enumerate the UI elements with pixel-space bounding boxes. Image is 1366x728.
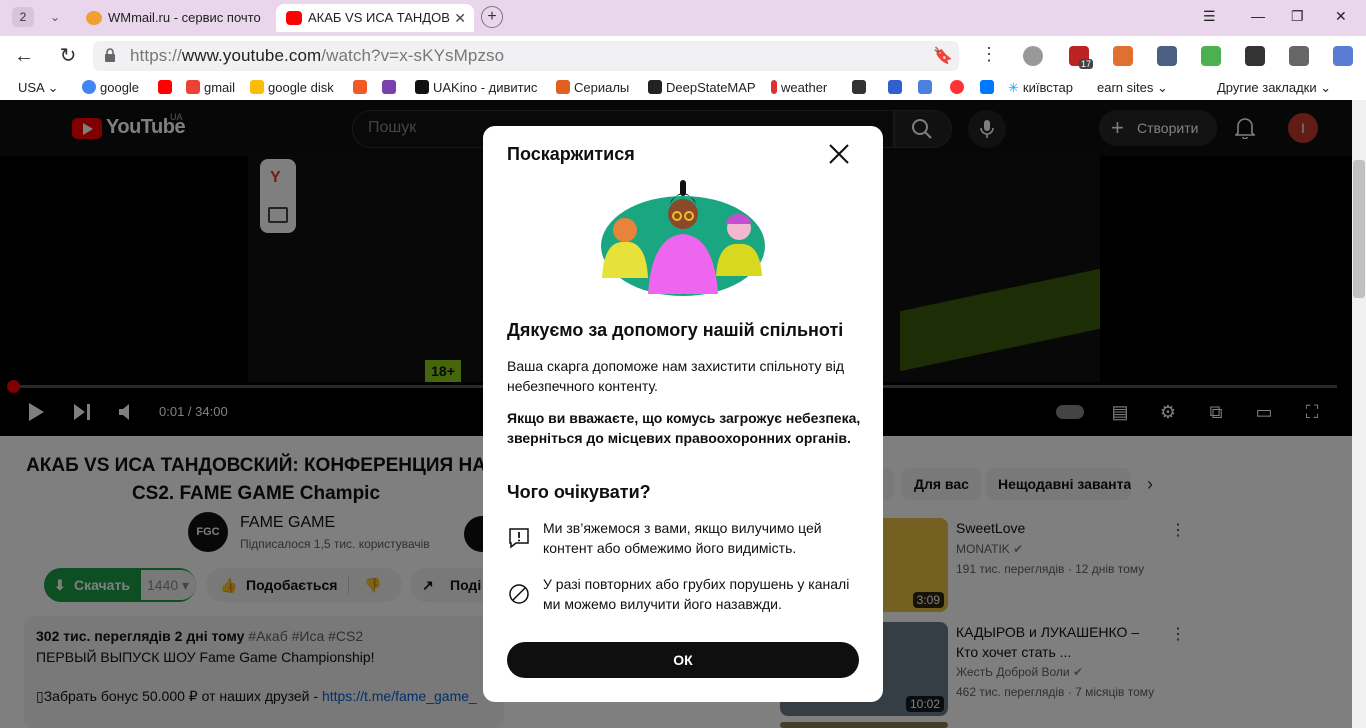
report-flag-icon — [509, 528, 529, 549]
gmail-icon — [186, 80, 200, 94]
bookmark-gmail[interactable]: gmail — [186, 80, 235, 95]
extension-icon[interactable] — [1113, 46, 1133, 66]
new-tab-button[interactable]: + — [481, 6, 503, 28]
chevron-down-icon[interactable]: ⌄ — [44, 7, 66, 27]
extension-icon[interactable] — [1333, 46, 1353, 66]
extension-icon[interactable] — [1289, 46, 1309, 66]
map-icon — [648, 80, 662, 94]
bookmark-icon-only[interactable] — [852, 80, 870, 95]
bookmark-kyivstar[interactable]: ✳ київстар — [1008, 80, 1073, 96]
minimize-icon[interactable]: — — [1251, 8, 1265, 24]
bookmark-label: київстар — [1022, 80, 1073, 95]
close-window-icon[interactable]: ✕ — [1335, 8, 1347, 25]
bookmark-label: Сериалы — [574, 80, 630, 95]
bookmark-youtube[interactable] — [158, 80, 176, 95]
bookmark-icon[interactable]: 🔖 — [933, 46, 953, 66]
tab-wmmail[interactable]: WMmail.ru - сервис почто — [76, 4, 272, 32]
block-icon — [509, 584, 529, 604]
bookmark-icon-only[interactable] — [353, 80, 371, 95]
extension-icon[interactable] — [1245, 46, 1265, 66]
extension-badge-count: 17 — [1078, 59, 1093, 69]
lock-icon — [105, 48, 115, 62]
dialog-heading: Дякуємо за допомогу нашій спільноті — [507, 320, 844, 340]
extension-badge-icon[interactable]: 17 — [1069, 46, 1093, 69]
dialog-item-text: У разі повторних або грубих порушень у к… — [543, 576, 850, 612]
bookmark-google-disk[interactable]: google disk — [250, 80, 334, 95]
dialog-paragraph: Ваша скарга допоможе нам захистити спіль… — [507, 358, 845, 394]
thermometer-icon — [771, 80, 777, 94]
site-icon — [888, 80, 902, 94]
bookmark-label: DeepStateMAP — [666, 80, 756, 95]
download-extension-icon[interactable] — [1201, 46, 1221, 66]
close-tab-icon[interactable]: ✕ — [454, 4, 466, 32]
scrollbar-thumb[interactable] — [1353, 160, 1365, 298]
bookmark-label: Другие закладки — [1217, 80, 1317, 95]
bookmark-label: gmail — [204, 80, 236, 95]
bookmark-label: earn sites — [1097, 80, 1154, 95]
translate-icon — [918, 80, 932, 94]
uakino-icon — [415, 80, 429, 94]
url-prefix: https:// — [130, 46, 182, 65]
back-icon[interactable]: ← — [12, 44, 36, 68]
bookmark-icon-only[interactable] — [980, 80, 998, 95]
bookmark-label: USA — [18, 80, 45, 95]
drive-icon — [250, 80, 264, 94]
youtube-icon — [158, 80, 172, 94]
wmmail-favicon-icon — [86, 11, 102, 25]
close-icon[interactable] — [826, 141, 852, 167]
bookmark-google[interactable]: google — [82, 80, 139, 95]
community-illustration — [601, 180, 765, 296]
bookmark-icon-only[interactable] — [950, 80, 968, 95]
bookmark-uakino[interactable]: UAKino - дивитис — [415, 80, 537, 95]
bookmark-usa[interactable]: USA ⌄ — [18, 80, 59, 96]
bookmark-icon-only[interactable] — [888, 80, 906, 95]
google-icon — [82, 80, 96, 94]
bookmark-label: google — [100, 80, 140, 95]
bookmark-label: UAKino - дивитис — [433, 80, 538, 95]
tab-title: WMmail.ru - сервис почто — [108, 10, 261, 25]
bookmark-label: google disk — [268, 80, 334, 95]
bookmarks-bar: USA ⌄ google gmail google disk UAKino - … — [0, 76, 1366, 100]
bookmark-label: weather — [781, 80, 828, 95]
dialog-warning: Якщо ви вважаєте, що комусь загрожує неб… — [507, 410, 861, 446]
bookmark-earn-sites[interactable]: earn sites ⌄ — [1097, 80, 1168, 96]
globe-icon[interactable] — [1023, 46, 1043, 66]
bookmark-icon-only[interactable] — [382, 80, 400, 95]
dialog-subheading: Чого очікувати? — [507, 482, 651, 502]
menu-icon[interactable]: ☰ — [1203, 8, 1216, 25]
bookmark-other[interactable]: Другие закладки ⌄ — [1217, 80, 1331, 96]
tab-title: АКАБ VS ИСА ТАНДОВ — [308, 10, 450, 25]
tab-youtube-active[interactable]: АКАБ VS ИСА ТАНДОВ ✕ — [276, 4, 474, 32]
dialog-item-text: Ми зв’яжемося з вами, якщо вилучимо цей … — [543, 520, 822, 556]
more-vert-icon[interactable]: ⋮ — [980, 44, 998, 65]
restore-icon[interactable]: ❐ — [1291, 8, 1304, 25]
bookmark-deepstatemap[interactable]: DeepStateMAP — [648, 80, 756, 95]
yandex-icon — [950, 80, 964, 94]
dialog-title: Поскаржитися — [507, 144, 635, 164]
site-icon — [852, 80, 866, 94]
site-icon — [382, 80, 396, 94]
site-icon — [556, 80, 570, 94]
url-path: /watch?v=x-sKYsMpzso — [321, 46, 505, 65]
vk-icon — [980, 80, 994, 94]
kyivstar-icon: ✳ — [1008, 80, 1019, 95]
youtube-favicon-icon — [286, 11, 302, 25]
site-icon — [353, 80, 367, 94]
bookmark-series[interactable]: Сериалы — [556, 80, 629, 95]
url-text[interactable]: https://www.youtube.com/watch?v=x-sKYsMp… — [130, 46, 504, 66]
url-domain: www.youtube.com — [181, 46, 322, 65]
reload-icon[interactable]: ↻ — [56, 44, 80, 68]
ok-button[interactable]: ОК — [507, 642, 859, 678]
bookmark-weather[interactable]: weather — [771, 80, 827, 95]
tab-counter[interactable]: 2 — [12, 7, 34, 27]
bookmark-icon-only[interactable] — [918, 80, 936, 95]
extension-icon[interactable] — [1157, 46, 1177, 66]
